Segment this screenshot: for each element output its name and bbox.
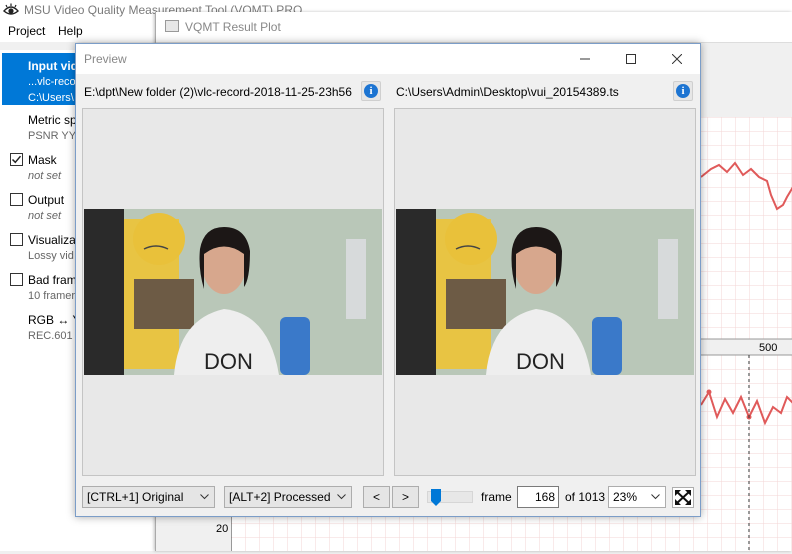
menu-project[interactable]: Project xyxy=(8,24,45,38)
bad-frames-checkbox[interactable] xyxy=(10,273,23,286)
processed-frame-image: DON xyxy=(396,209,694,375)
info-icon: i xyxy=(364,84,378,98)
info-icon: i xyxy=(676,84,690,98)
left-view-value: [CTRL+1] Original xyxy=(87,490,184,504)
zoom-select[interactable]: 23% xyxy=(608,486,666,508)
mask-checkbox[interactable] xyxy=(10,153,23,166)
output-checkbox[interactable] xyxy=(10,193,23,206)
maximize-icon xyxy=(626,54,636,64)
zoom-value: 23% xyxy=(613,490,638,504)
result-plot-title: VQMT Result Plot xyxy=(185,20,281,34)
eye-logo-icon xyxy=(3,3,19,15)
original-video-pane[interactable]: DON xyxy=(82,108,384,476)
close-icon xyxy=(672,54,682,64)
preview-title: Preview xyxy=(84,52,127,66)
window-icon xyxy=(165,20,179,32)
maximize-button[interactable] xyxy=(608,44,654,74)
visualization-checkbox[interactable] xyxy=(10,233,23,246)
left-source-path: E:\dpt\New folder (2)\vlc-record-2018-11… xyxy=(84,85,352,99)
result-plot-titlebar: VQMT Result Plot xyxy=(156,12,792,42)
minimize-icon xyxy=(580,58,590,60)
close-button[interactable] xyxy=(654,44,700,74)
x-tick-label: 500 xyxy=(759,342,778,354)
chevron-down-icon xyxy=(200,494,209,500)
slider-thumb-icon[interactable] xyxy=(431,489,441,506)
fullscreen-button[interactable] xyxy=(672,487,694,508)
minimize-button[interactable] xyxy=(562,44,608,74)
left-view-select[interactable]: [CTRL+1] Original xyxy=(82,486,215,508)
processed-video-pane[interactable]: DON xyxy=(394,108,696,476)
original-frame-image: DON xyxy=(84,209,382,375)
next-frame-button[interactable]: > xyxy=(392,486,419,508)
chevron-down-icon xyxy=(651,494,660,500)
left-info-button[interactable]: i xyxy=(361,81,381,101)
y-tick-label: 20 xyxy=(216,523,229,535)
fullscreen-icon xyxy=(675,490,691,505)
right-view-value: [ALT+2] Processed xyxy=(229,490,331,504)
right-source-path: C:\Users\Admin\Desktop\vui_20154389.ts xyxy=(396,85,619,99)
right-view-select[interactable]: [ALT+2] Processed xyxy=(224,486,352,508)
check-icon xyxy=(11,155,22,164)
frame-number-input[interactable]: 168 xyxy=(517,486,559,508)
svg-text:DON: DON xyxy=(204,349,253,374)
svg-text:DON: DON xyxy=(516,349,565,374)
chevron-down-icon xyxy=(337,494,346,500)
frame-total: of 1013 xyxy=(565,490,606,504)
preview-window: Preview E:\dpt\New folder (2)\vlc-record… xyxy=(75,43,701,517)
frame-label: frame xyxy=(481,490,512,504)
menu-help[interactable]: Help xyxy=(58,24,83,38)
right-info-button[interactable]: i xyxy=(673,81,693,101)
preview-titlebar: Preview xyxy=(76,44,700,74)
prev-frame-button[interactable]: < xyxy=(363,486,390,508)
